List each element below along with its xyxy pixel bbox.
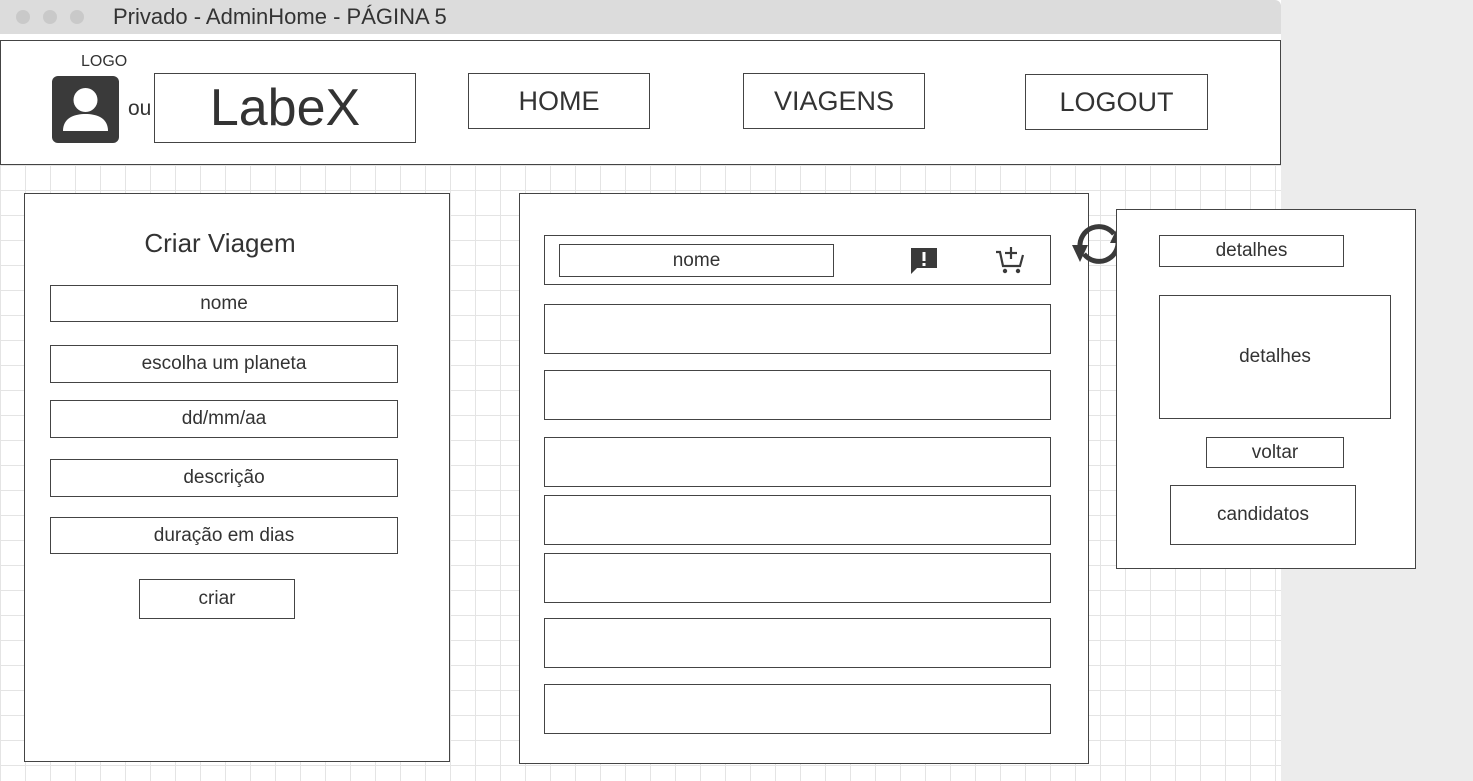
or-label: ou	[128, 97, 152, 120]
logo-label: LOGO	[81, 53, 128, 70]
create-trip-title: Criar Viagem	[144, 228, 296, 258]
planet-select[interactable]: escolha um planeta	[50, 345, 398, 383]
details-body: detalhes	[1159, 295, 1391, 419]
trip-row[interactable]	[544, 437, 1051, 487]
details-title-field: detalhes	[1159, 235, 1344, 267]
brand-logo[interactable]: LabeX	[154, 73, 416, 143]
alert-icon[interactable]	[909, 246, 939, 276]
trip-row[interactable]	[544, 495, 1051, 545]
trip-row[interactable]	[544, 370, 1051, 420]
trip-row[interactable]	[544, 618, 1051, 668]
add-to-cart-icon[interactable]	[994, 244, 1026, 276]
logout-button[interactable]: LOGOUT	[1025, 74, 1208, 130]
trip-row[interactable]	[544, 684, 1051, 734]
window-maximize-button[interactable]	[70, 10, 84, 24]
window-minimize-button[interactable]	[43, 10, 57, 24]
window-close-button[interactable]	[16, 10, 30, 24]
trip-name-field: nome	[559, 244, 834, 277]
nav-home-button[interactable]: HOME	[468, 73, 650, 129]
trip-row[interactable]	[544, 304, 1051, 354]
nav-viagens-button[interactable]: VIAGENS	[743, 73, 925, 129]
user-avatar-icon	[52, 76, 119, 143]
duration-input[interactable]: duração em dias	[50, 517, 398, 554]
trip-row[interactable]	[544, 553, 1051, 603]
create-button[interactable]: criar	[139, 579, 295, 619]
trip-name-input[interactable]: nome	[50, 285, 398, 322]
date-input[interactable]: dd/mm/aa	[50, 400, 398, 438]
description-input[interactable]: descrição	[50, 459, 398, 497]
back-button[interactable]: voltar	[1206, 437, 1344, 468]
candidates-button[interactable]: candidatos	[1170, 485, 1356, 545]
window-title: Privado - AdminHome - PÁGINA 5	[113, 4, 447, 29]
